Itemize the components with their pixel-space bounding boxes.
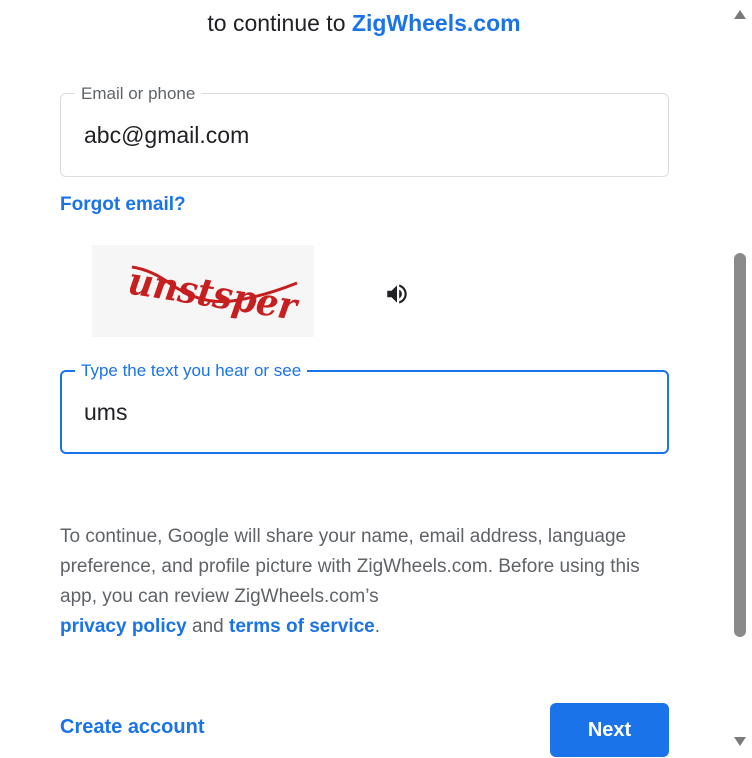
captcha-text: unstsper xyxy=(125,258,303,329)
captcha-image: unstsper xyxy=(92,245,314,337)
captcha-field[interactable]: Type the text you hear or see xyxy=(60,361,669,454)
create-account-button[interactable]: Create account xyxy=(60,716,205,739)
scroll-down-arrow-icon[interactable] xyxy=(734,737,746,746)
captcha-graphic: unstsper xyxy=(125,258,303,329)
email-field[interactable]: Email or phone xyxy=(60,84,669,177)
consent-period: . xyxy=(374,616,381,637)
scroll-up-arrow-icon[interactable] xyxy=(734,10,746,19)
forgot-email-link[interactable]: Forgot email? xyxy=(60,194,186,216)
captcha-field-label: Type the text you hear or see xyxy=(75,361,308,381)
consent-and: and xyxy=(192,616,224,637)
page-subtitle: to continue to ZigWheels.com xyxy=(0,10,728,37)
site-name: ZigWheels.com xyxy=(351,10,521,36)
scrollbar-thumb[interactable] xyxy=(734,253,746,637)
captcha-input[interactable] xyxy=(84,399,624,426)
consent-text: To continue, Google will share your name… xyxy=(60,522,660,642)
subtitle-prefix: to continue to xyxy=(207,10,346,36)
privacy-policy-link[interactable]: privacy policy xyxy=(60,616,187,637)
email-input[interactable] xyxy=(84,122,624,149)
terms-of-service-link[interactable]: terms of service xyxy=(229,616,375,637)
consent-body: To continue, Google will share your name… xyxy=(60,526,640,607)
next-button[interactable]: Next xyxy=(550,703,669,757)
email-field-label: Email or phone xyxy=(75,84,202,104)
speaker-icon[interactable] xyxy=(384,281,410,307)
